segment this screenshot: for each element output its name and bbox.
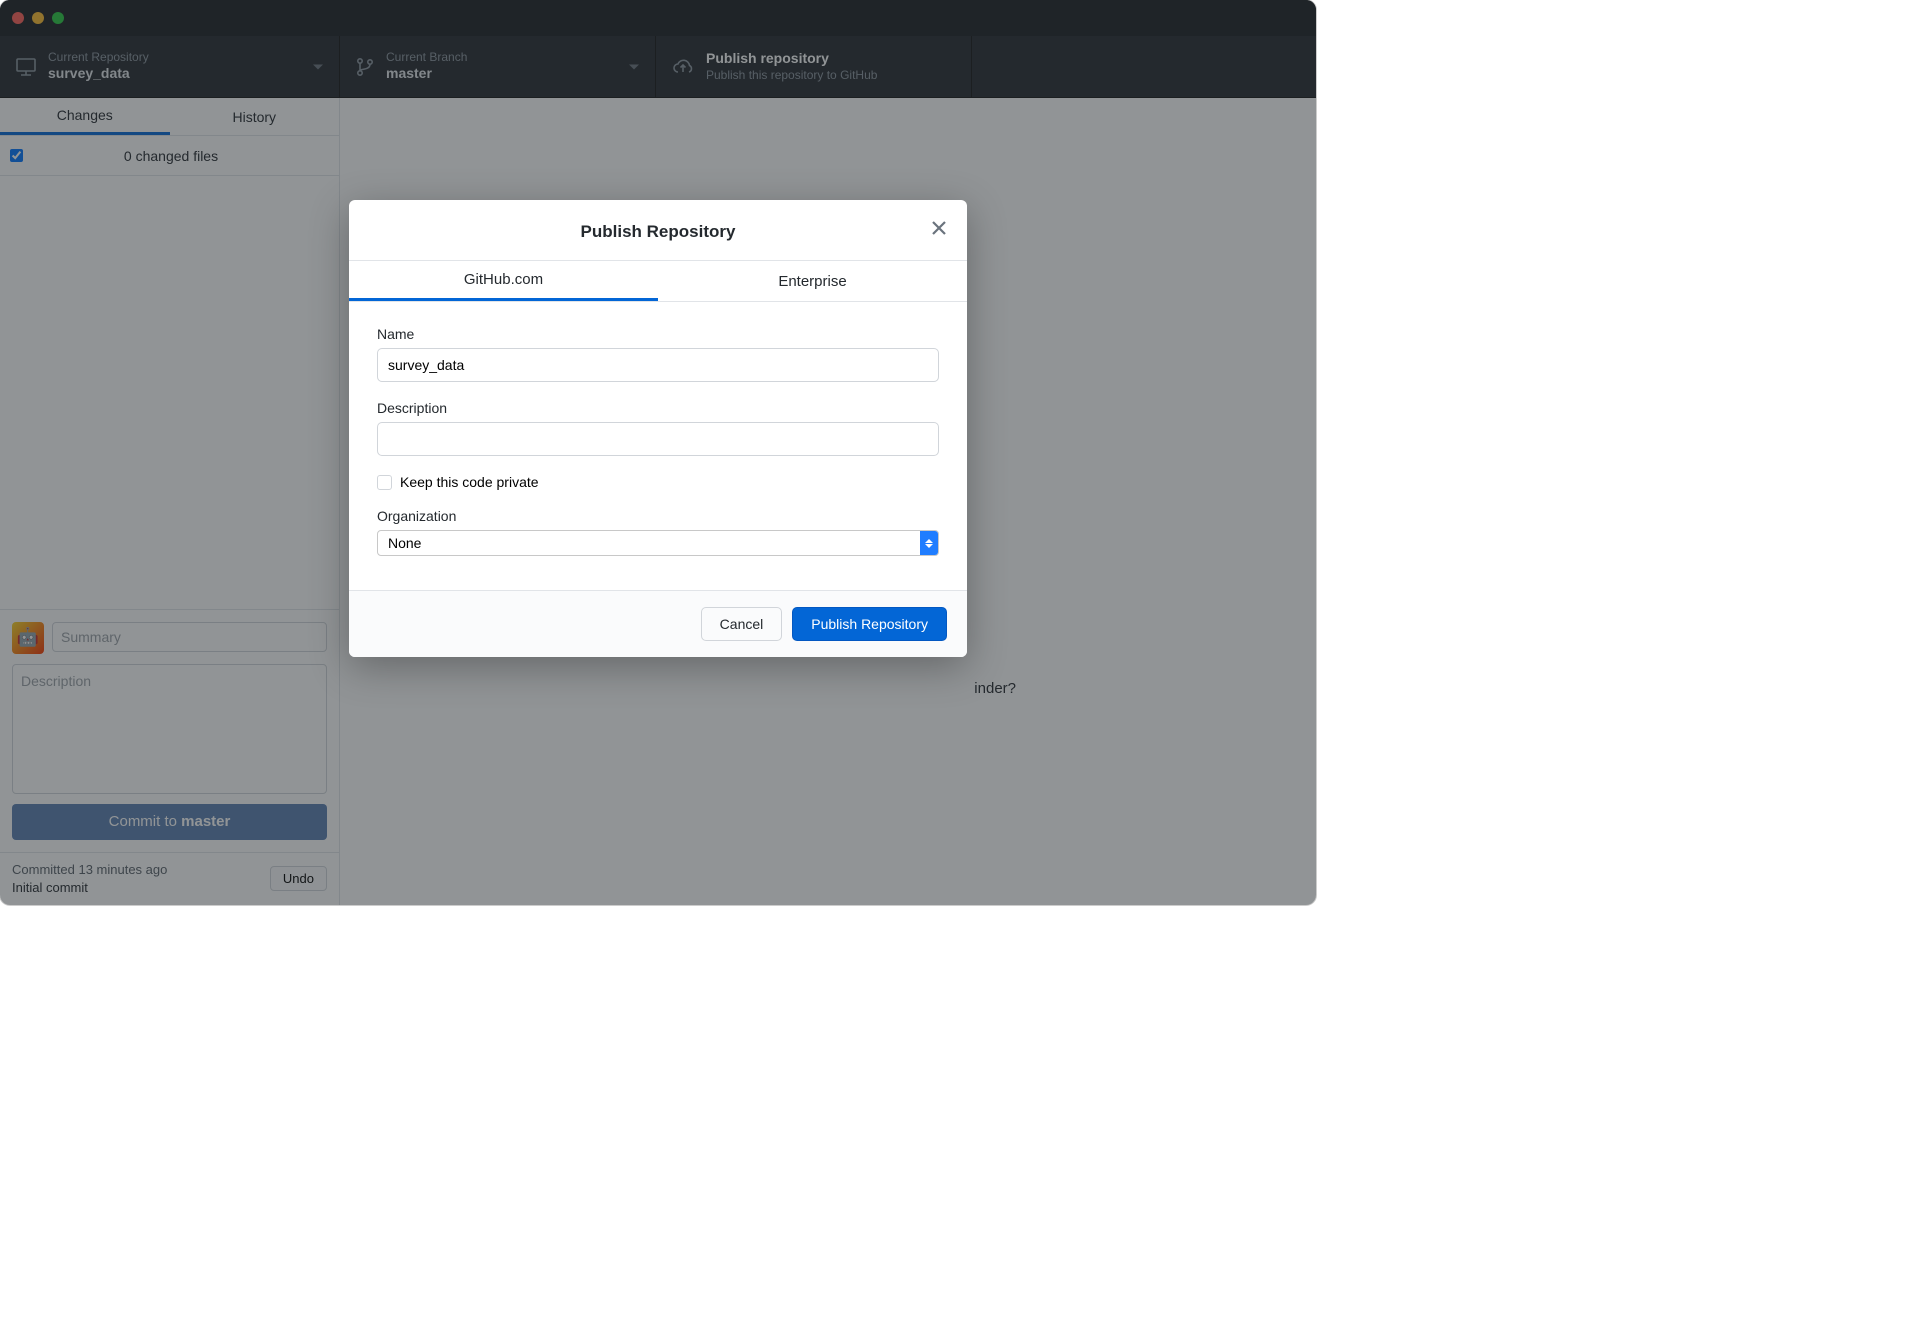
cancel-button[interactable]: Cancel	[701, 607, 783, 641]
modal-body: Name Description Keep this code private …	[349, 302, 967, 590]
modal-tabs: GitHub.com Enterprise	[349, 261, 967, 302]
keep-private-label: Keep this code private	[400, 474, 539, 490]
publish-repository-button[interactable]: Publish Repository	[792, 607, 947, 641]
name-input[interactable]	[377, 348, 939, 382]
publish-repository-modal: Publish Repository GitHub.com Enterprise…	[349, 200, 967, 657]
name-label: Name	[377, 326, 939, 342]
github-desktop-window: Current Repository survey_data Current B…	[0, 0, 1316, 905]
modal-footer: Cancel Publish Repository	[349, 590, 967, 657]
description-label: Description	[377, 400, 939, 416]
modal-title: Publish Repository	[349, 200, 967, 261]
select-stepper-icon	[920, 531, 938, 555]
close-icon[interactable]	[925, 214, 953, 242]
description-input[interactable]	[377, 422, 939, 456]
organization-select[interactable]: None	[377, 530, 939, 556]
tab-enterprise[interactable]: Enterprise	[658, 261, 967, 301]
keep-private-checkbox[interactable]	[377, 475, 392, 490]
modal-overlay[interactable]: Publish Repository GitHub.com Enterprise…	[0, 0, 1316, 905]
organization-label: Organization	[377, 508, 939, 524]
tab-github-com[interactable]: GitHub.com	[349, 261, 658, 301]
